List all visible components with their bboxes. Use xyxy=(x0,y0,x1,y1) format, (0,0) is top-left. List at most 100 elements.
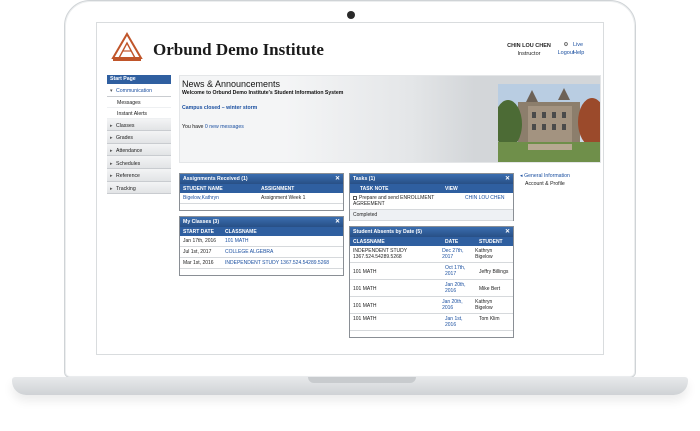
campus-announcement-link[interactable]: Campus closed – winter storm xyxy=(182,105,257,111)
column-header: START DATE xyxy=(183,229,214,235)
header-links: Live Help xyxy=(573,41,587,57)
column-header: STUDENT NAME xyxy=(183,186,223,192)
messages-count: You have 0 new messages xyxy=(182,124,244,130)
completed-label: Completed xyxy=(353,212,378,218)
sidebar-item-label: Schedules xyxy=(116,160,141,167)
panel-header: Student Absents by Date (5) ✕ xyxy=(350,227,513,237)
panel-title: Tasks (1) xyxy=(353,176,376,182)
table-cell[interactable]: INDEPENDENT STUDY 1367.524.54289.5268 xyxy=(222,258,332,268)
table-row[interactable]: Prepare and send ENROLLMENT AGREEMENT CHI… xyxy=(350,193,513,210)
table-cell: INDEPENDENT STUDY 1367.524.54289.5268 xyxy=(353,248,407,260)
live-link[interactable]: Live xyxy=(573,41,587,49)
sidebar-item-tracking[interactable]: ▸ Tracking xyxy=(107,181,171,195)
completed-row[interactable]: Completed xyxy=(350,210,513,221)
sidebar-item-grades[interactable]: ▸ Grades xyxy=(107,131,171,144)
table-row[interactable]: Jan 17th, 2016 101 MATH xyxy=(180,236,343,247)
table-cell: Prepare and send ENROLLMENT AGREEMENT xyxy=(350,193,462,209)
help-link[interactable]: Help xyxy=(573,49,587,57)
new-messages-link[interactable]: 0 new messages xyxy=(205,124,244,130)
sidebar-subitem-messages[interactable]: Messages xyxy=(107,96,171,108)
column-header: VIEW xyxy=(445,186,458,192)
table-cell: 101 MATH xyxy=(353,269,377,275)
close-icon[interactable]: ✕ xyxy=(335,175,340,182)
table-row[interactable]: Mar 1st, 2016 INDEPENDENT STUDY 1367.524.… xyxy=(180,258,343,269)
sidebar-item-attendance[interactable]: ▸ Attendance xyxy=(107,143,171,157)
sidebar-item-classes[interactable]: ▸ Classes xyxy=(107,118,171,132)
table-cell: 101 MATH xyxy=(353,303,377,309)
institution-name: Orbund Demo Institute xyxy=(153,40,324,59)
column-header: ASSIGNMENT xyxy=(261,186,295,192)
logo-icon xyxy=(111,32,143,61)
table-cell: Kathryn Bigelow xyxy=(475,299,493,311)
welcome-text: Welcome to Orbund Demo Institute's Stude… xyxy=(182,90,344,96)
table-cell[interactable]: Jan 20th, 2016 xyxy=(442,280,476,296)
table-row[interactable]: 101 MATH Oct 17th, 2017 Jeffry Billings xyxy=(350,263,513,280)
chevron-left-icon: ◂ xyxy=(520,173,523,179)
table-row[interactable]: 101 MATH Jan 1st, 2016 Tom Klim xyxy=(350,314,513,331)
sidebar-item-label: Reference xyxy=(116,173,140,180)
table-header: STUDENT NAME ASSIGNMENT xyxy=(180,184,343,193)
table-cell[interactable]: Jan 1st, 2016 xyxy=(442,314,476,330)
table-row[interactable]: 101 MATH Jan 20th, 2016 Mike Bert xyxy=(350,280,513,297)
sidebar-item-schedules[interactable]: ▸ Schedules xyxy=(107,156,171,169)
table-cell[interactable]: Jan 20th, 2016 xyxy=(439,297,472,313)
panel-title: My Classes (3) xyxy=(183,219,220,225)
student-absents-panel: Student Absents by Date (5) ✕ CLASSNAME DA… xyxy=(349,226,514,338)
app-header: Orbund Demo Institute CHIN LOU CHEN Inst… xyxy=(97,23,603,71)
table-header: START DATE CLASSNAME xyxy=(180,227,343,236)
table-cell[interactable]: 101 MATH xyxy=(222,236,252,246)
table-cell: 101 MATH xyxy=(353,286,377,292)
panel-title: Student Absents by Date (5) xyxy=(353,229,422,235)
table-cell[interactable]: COLLEGE ALGEBRA xyxy=(222,247,276,257)
news-title: News & Announcements xyxy=(182,79,281,89)
sidebar-item-label: Classes xyxy=(116,122,135,129)
general-information-toggle[interactable]: ◂ General Information xyxy=(520,172,570,180)
laptop-notch xyxy=(308,377,416,383)
column-header: DATE xyxy=(445,239,459,245)
close-icon[interactable]: ✕ xyxy=(505,175,510,182)
table-cell: Mike Bert xyxy=(479,286,501,292)
column-header: TASK NOTE xyxy=(360,186,389,192)
assignments-panel: Assignments Received (1) ✕ STUDENT NAME AS… xyxy=(179,173,344,211)
table-row[interactable]: INDEPENDENT STUDY 1367.524.54289.5268 Dec… xyxy=(350,246,513,263)
laptop-mockup: Orbund Demo Institute CHIN LOU CHEN Inst… xyxy=(0,0,700,431)
panel-header: My Classes (3) ✕ xyxy=(180,217,343,227)
close-icon[interactable]: ✕ xyxy=(335,218,340,225)
messages-prefix: You have xyxy=(182,124,204,130)
sidebar-subitem-instant-alerts[interactable]: Instant Alerts xyxy=(107,107,171,119)
tasks-panel: Tasks (1) ✕ TASK NOTE VIEW Prepare and sen… xyxy=(349,173,514,221)
sidebar-item-label: Communication xyxy=(116,88,153,95)
general-information: ◂ General Information Account & Profile xyxy=(520,172,570,188)
checkbox-icon[interactable] xyxy=(353,195,357,200)
close-icon[interactable]: ✕ xyxy=(505,228,510,235)
table-row[interactable]: Bigelow,Kathryn Assignment Week 1 xyxy=(180,193,343,204)
sidebar-item-reference[interactable]: ▸ Reference xyxy=(107,168,171,182)
table-row[interactable]: Jul 1st, 2017 COLLEGE ALGEBRA xyxy=(180,247,343,258)
table-cell: Jeffry Billings xyxy=(479,269,509,275)
table-cell[interactable]: Bigelow,Kathryn xyxy=(180,193,258,203)
table-cell: Assignment Week 1 xyxy=(261,195,306,201)
column-header: CLASSNAME xyxy=(225,229,257,235)
app-screen: Orbund Demo Institute CHIN LOU CHEN Inst… xyxy=(96,22,604,355)
sidebar-title[interactable]: Start Page xyxy=(107,75,171,84)
news-announcements: News & Announcements Welcome to Orbund D… xyxy=(179,75,601,163)
my-classes-panel: My Classes (3) ✕ START DATE CLASSNAME Jan … xyxy=(179,216,344,276)
column-header: STUDENT xyxy=(479,239,503,245)
table-cell: Kathryn Bigelow xyxy=(475,248,493,260)
table-row[interactable]: 101 MATH Jan 20th, 2016 Kathryn Bigelow xyxy=(350,297,513,314)
sidebar-item-label: Attendance xyxy=(116,148,143,155)
task-note: Prepare and send ENROLLMENT AGREEMENT xyxy=(353,195,435,207)
table-cell[interactable]: Oct 17th, 2017 xyxy=(442,263,476,279)
sidebar-item-communication[interactable]: ▾ Communication xyxy=(107,84,171,97)
general-information-title: General Information xyxy=(524,173,570,179)
table-cell[interactable]: Dec 27th, 2017 xyxy=(439,246,472,262)
panel-header: Tasks (1) ✕ xyxy=(350,174,513,184)
table-cell[interactable]: CHIN LOU CHEN xyxy=(462,193,507,209)
user-info: CHIN LOU CHEN Instructor xyxy=(505,42,553,58)
table-cell: Tom Klim xyxy=(479,316,500,322)
camera-icon xyxy=(347,11,355,19)
table-cell: 101 MATH xyxy=(353,316,377,322)
table-cell: Jan 17th, 2016 xyxy=(183,238,217,244)
account-profile-link[interactable]: Account & Profile xyxy=(520,180,570,188)
campus-photo xyxy=(498,84,600,162)
